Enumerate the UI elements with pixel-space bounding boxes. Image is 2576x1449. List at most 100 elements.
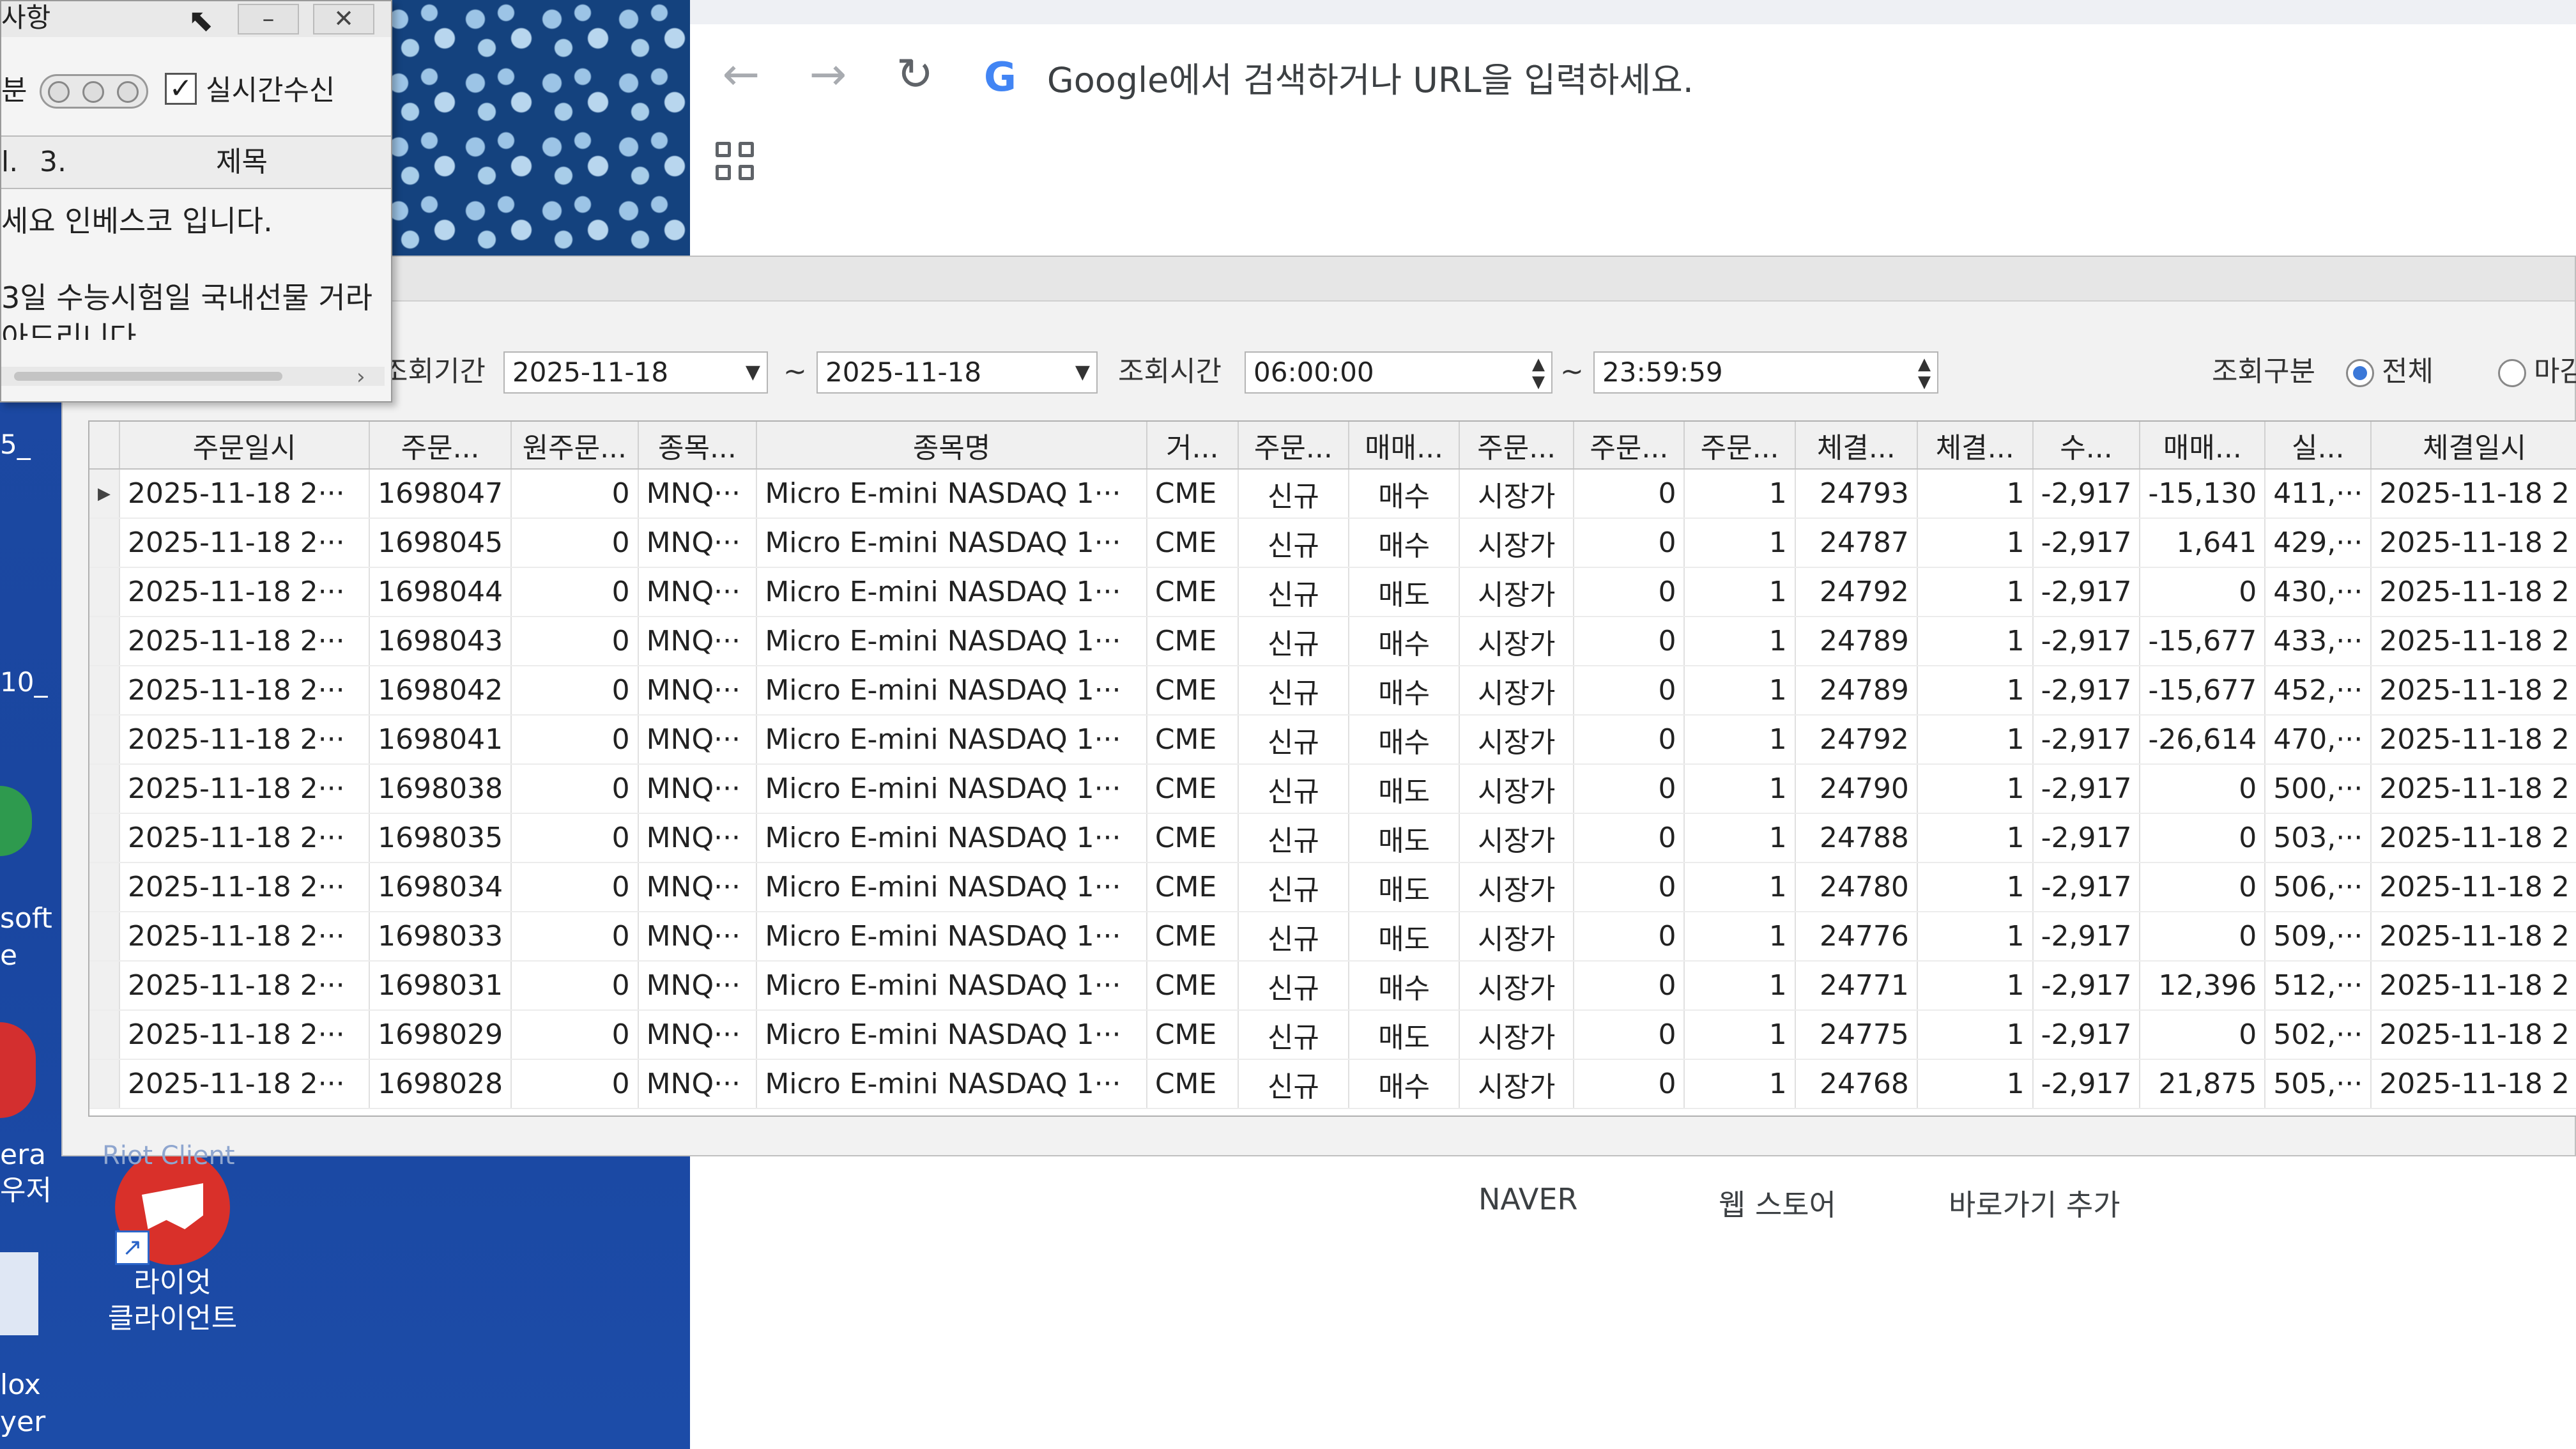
- fee-cell[interactable]: -2,917: [2032, 813, 2141, 863]
- symbol-code-cell[interactable]: MNQ···: [638, 813, 758, 863]
- column-header[interactable]: 주문...: [1574, 422, 1685, 470]
- order-type-cell[interactable]: 시장가: [1459, 912, 1575, 962]
- order-number-cell[interactable]: 1698034: [369, 862, 512, 912]
- column-header[interactable]: 매매...: [1348, 422, 1460, 470]
- fill-time-cell[interactable]: 2025-11-18 2: [2371, 764, 2576, 814]
- order-qty-cell[interactable]: 0: [1574, 1010, 1685, 1060]
- exchange-cell[interactable]: CME: [1146, 912, 1239, 962]
- order-kind-cell[interactable]: 신규: [1238, 469, 1349, 519]
- exchange-cell[interactable]: CME: [1146, 1010, 1239, 1060]
- fill-time-cell[interactable]: 2025-11-18 2: [2371, 862, 2576, 912]
- realized-cell[interactable]: 411,···: [2265, 469, 2372, 519]
- fill-qty-cell[interactable]: 1: [1917, 862, 2034, 912]
- column-header[interactable]: 매매...: [2140, 422, 2266, 470]
- pnl-cell[interactable]: 0: [2140, 764, 2266, 814]
- column-header[interactable]: 체결...: [1795, 422, 1918, 470]
- fill-time-cell[interactable]: 2025-11-18 2: [2371, 813, 2576, 863]
- table-row[interactable]: 2025-11-18 2··· 1698034 0 MNQ··· Micro E-min…: [89, 862, 2576, 912]
- bookmark-web-store[interactable]: 웹 스토어: [1719, 1182, 1836, 1224]
- realized-cell[interactable]: 512,···: [2265, 961, 2372, 1011]
- order-qty-cell[interactable]: 0: [1574, 715, 1685, 765]
- order-kind-cell[interactable]: 신규: [1238, 715, 1349, 765]
- trade-date-cell[interactable]: 2025-11-18 2···: [119, 764, 371, 814]
- column-header[interactable]: 체결일시: [2371, 422, 2576, 470]
- fill-time-cell[interactable]: 2025-11-18 2: [2371, 469, 2576, 519]
- pnl-cell[interactable]: 12,396: [2140, 961, 2266, 1011]
- symbol-name-cell[interactable]: Micro E-mini NASDAQ 1···: [756, 961, 1147, 1011]
- order-kind-cell[interactable]: 신규: [1238, 912, 1349, 962]
- row-selector[interactable]: [89, 862, 120, 912]
- order-qty-cell[interactable]: 0: [1574, 666, 1685, 716]
- fill-qty-cell[interactable]: 1: [1917, 813, 2034, 863]
- desktop-icon-doc[interactable]: [0, 1252, 38, 1335]
- column-header[interactable]: 실...: [2265, 422, 2372, 470]
- order-kind-cell[interactable]: 신규: [1238, 617, 1349, 666]
- order-qty2-cell[interactable]: 1: [1684, 617, 1796, 666]
- fill-qty-cell[interactable]: 1: [1917, 912, 2034, 962]
- order-qty-cell[interactable]: 0: [1574, 518, 1685, 568]
- order-number-cell[interactable]: 1698047: [369, 469, 512, 519]
- order-qty2-cell[interactable]: 1: [1684, 764, 1796, 814]
- fill-qty-cell[interactable]: 1: [1917, 764, 2034, 814]
- fill-price-cell[interactable]: 24776: [1795, 912, 1918, 962]
- fee-cell[interactable]: -2,917: [2032, 764, 2141, 814]
- symbol-name-cell[interactable]: Micro E-mini NASDAQ 1···: [756, 666, 1147, 716]
- fee-cell[interactable]: -2,917: [2032, 518, 2141, 568]
- order-kind-cell[interactable]: 신규: [1238, 961, 1349, 1011]
- row-selector[interactable]: [89, 961, 120, 1011]
- order-type-cell[interactable]: 시장가: [1459, 567, 1575, 617]
- trade-date-cell[interactable]: 2025-11-18 2···: [119, 518, 371, 568]
- fill-time-cell[interactable]: 2025-11-18 2: [2371, 518, 2576, 568]
- row-selector[interactable]: [89, 617, 120, 666]
- fee-cell[interactable]: -2,917: [2032, 961, 2141, 1011]
- desktop-icon-label[interactable]: yer: [0, 1404, 45, 1440]
- radio-other[interactable]: 마감: [2498, 346, 2576, 397]
- desktop-icon-label[interactable]: soft: [0, 901, 52, 937]
- desktop-icon-label[interactable]: 우저: [0, 1173, 52, 1209]
- original-order-cell[interactable]: 0: [511, 1059, 639, 1109]
- realized-cell[interactable]: 506,···: [2265, 862, 2372, 912]
- bookmark-naver[interactable]: NAVER: [1478, 1182, 1577, 1216]
- order-qty2-cell[interactable]: 1: [1684, 912, 1796, 962]
- fill-time-cell[interactable]: 2025-11-18 2: [2371, 666, 2576, 716]
- exchange-cell[interactable]: CME: [1146, 469, 1239, 519]
- order-number-cell[interactable]: 1698033: [369, 912, 512, 962]
- trade-date-cell[interactable]: 2025-11-18 2···: [119, 813, 371, 863]
- order-qty2-cell[interactable]: 1: [1684, 1059, 1796, 1109]
- realized-cell[interactable]: 433,···: [2265, 617, 2372, 666]
- table-row[interactable]: ▶ 2025-11-18 2··· 1698047 0 MNQ··· Micro E-mi…: [89, 469, 2576, 519]
- notice-item[interactable]: 세요 인베스코 입니다.: [1, 198, 273, 240]
- trade-date-cell[interactable]: 2025-11-18 2···: [119, 567, 371, 617]
- original-order-cell[interactable]: 0: [511, 715, 639, 765]
- order-type-cell[interactable]: 시장가: [1459, 666, 1575, 716]
- pnl-cell[interactable]: -15,130: [2140, 469, 2266, 519]
- fee-cell[interactable]: -2,917: [2032, 715, 2141, 765]
- trade-date-cell[interactable]: 2025-11-18 2···: [119, 961, 371, 1011]
- side-cell[interactable]: 매도: [1348, 567, 1460, 617]
- notice-col-header[interactable]: 3.: [40, 137, 66, 188]
- column-header[interactable]: 종목...: [638, 422, 758, 470]
- trade-date-cell[interactable]: 2025-11-18 2···: [119, 1059, 371, 1109]
- symbol-name-cell[interactable]: Micro E-mini NASDAQ 1···: [756, 1059, 1147, 1109]
- order-type-cell[interactable]: 시장가: [1459, 1059, 1575, 1109]
- symbol-name-cell[interactable]: Micro E-mini NASDAQ 1···: [756, 912, 1147, 962]
- close-button[interactable]: ✕: [313, 4, 374, 34]
- original-order-cell[interactable]: 0: [511, 617, 639, 666]
- desktop-icon-label[interactable]: 10_: [0, 664, 47, 700]
- symbol-name-cell[interactable]: Micro E-mini NASDAQ 1···: [756, 617, 1147, 666]
- order-number-cell[interactable]: 1698028: [369, 1059, 512, 1109]
- side-cell[interactable]: 매수: [1348, 617, 1460, 666]
- pnl-cell[interactable]: 1,641: [2140, 518, 2266, 568]
- order-kind-cell[interactable]: 신규: [1238, 666, 1349, 716]
- fill-time-cell[interactable]: 2025-11-18 2: [2371, 567, 2576, 617]
- symbol-name-cell[interactable]: Micro E-mini NASDAQ 1···: [756, 715, 1147, 765]
- table-row[interactable]: 2025-11-18 2··· 1698042 0 MNQ··· Micro E-min…: [89, 666, 2576, 716]
- trade-date-cell[interactable]: 2025-11-18 2···: [119, 862, 371, 912]
- order-kind-cell[interactable]: 신규: [1238, 567, 1349, 617]
- realtime-checkbox[interactable]: ✓: [165, 73, 197, 105]
- notice-col-header-title[interactable]: 제목: [216, 137, 268, 188]
- order-kind-cell[interactable]: 신규: [1238, 518, 1349, 568]
- side-cell[interactable]: 매도: [1348, 862, 1460, 912]
- symbol-code-cell[interactable]: MNQ···: [638, 1010, 758, 1060]
- desktop-icon-label[interactable]: lox: [0, 1367, 41, 1403]
